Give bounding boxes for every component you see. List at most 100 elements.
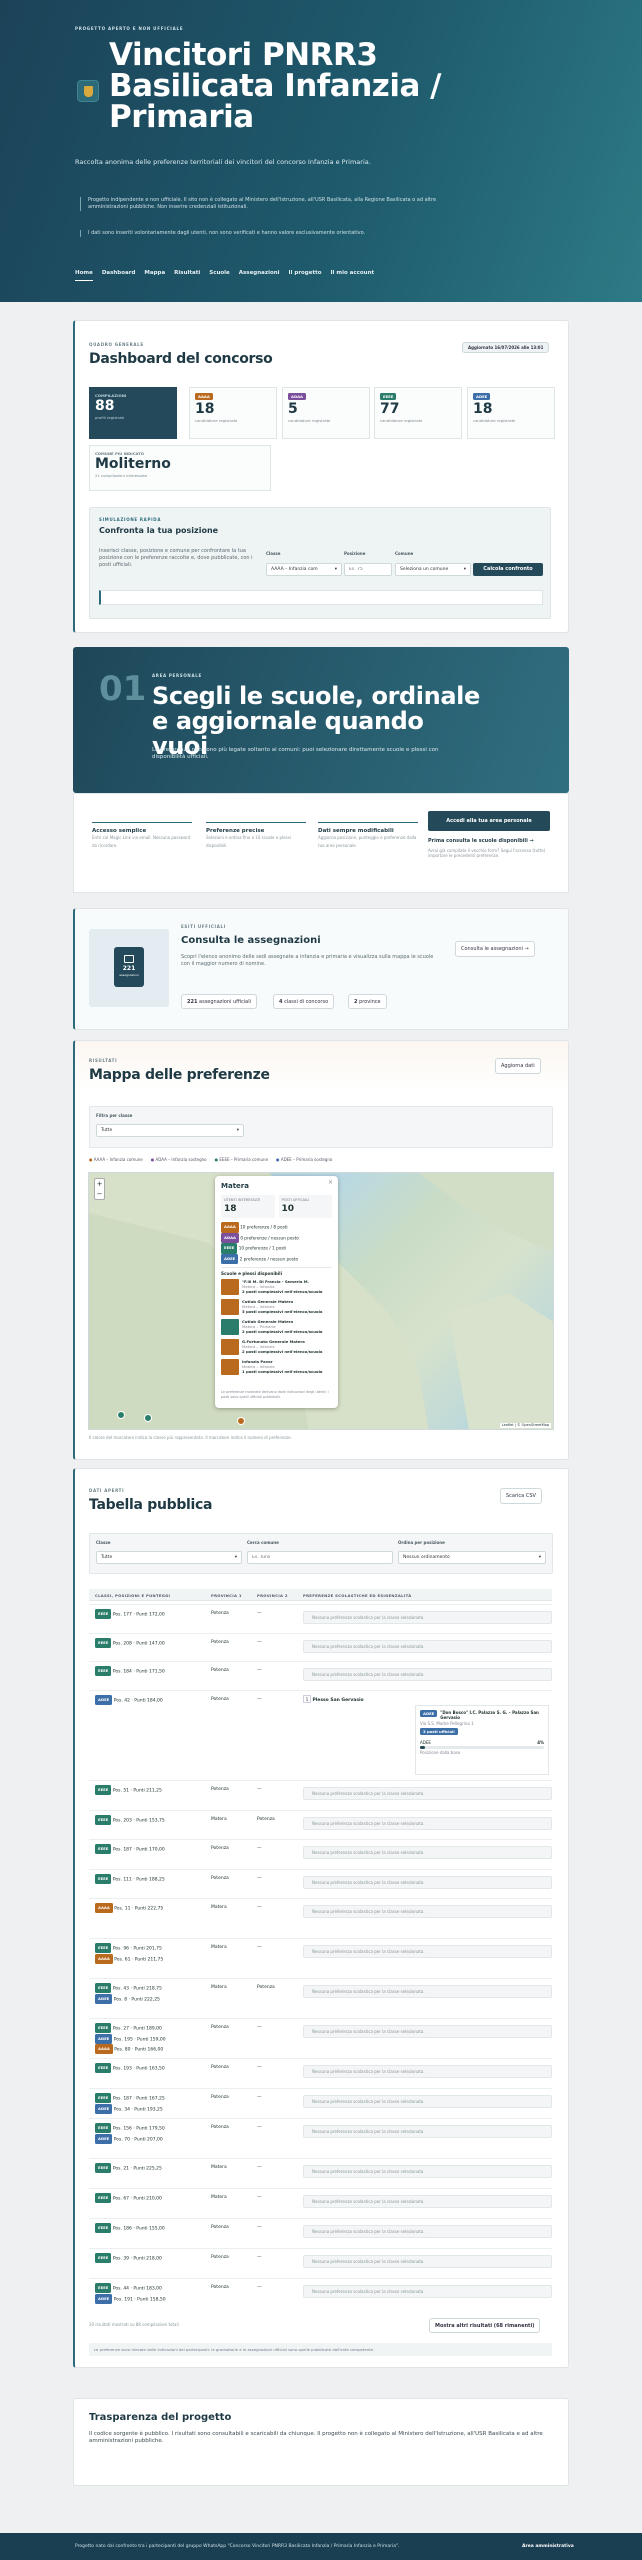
province1-cell: Potenza: [211, 1787, 229, 1792]
comune-select[interactable]: Seleziona un comune ▾: [395, 563, 471, 576]
province1-cell: Potenza: [211, 1876, 229, 1881]
nav-progetto[interactable]: Il progetto: [289, 270, 322, 281]
stat-sub: candidature registrate: [473, 418, 516, 424]
class-cell: EEEE Pos. 187 · Punti 167,25 ADEE Pos. 34…: [95, 2093, 165, 2114]
step-data: Dati sempre modificabili Aggiorna posizio…: [318, 822, 418, 850]
school-pill: 1 Plesso San Gervasio: [303, 1695, 364, 1704]
zoom-in-button[interactable]: +: [95, 1179, 104, 1189]
nav-home[interactable]: Home: [75, 270, 93, 282]
land-shape: [419, 1173, 553, 1253]
province1-cell: Matera: [211, 1985, 227, 1990]
province2-cell: —: [257, 2065, 262, 2070]
popup-title: Matera: [221, 1182, 249, 1190]
class-badge: ADEE: [95, 2033, 113, 2044]
position-score: Pos. 203 · Punti 153,75: [112, 1818, 165, 1824]
nav-dashboard[interactable]: Dashboard: [102, 270, 136, 281]
province1-cell: Potenza: [211, 1640, 229, 1645]
school-item[interactable]: Cutiub Generale Matera Matera – Infanzia 3…: [221, 1298, 332, 1315]
nav-assegnazioni[interactable]: Assegnazioni: [239, 270, 280, 281]
school-item[interactable]: Infanzia Pavor Matera – Infanzia 1 posti c…: [221, 1358, 332, 1375]
table-class-select[interactable]: Tutte ▾: [96, 1551, 242, 1564]
no-preference-note: Nessuna preferenza scolastica per la cla…: [303, 1876, 552, 1889]
map-view[interactable]: + − Leaflet | © OpenStreetMap × Matera UT…: [88, 1172, 554, 1430]
school-item[interactable]: "F.lli M. Di Francia - Semeria M. Matera …: [221, 1278, 332, 1295]
class-badge: EEEE: [95, 1983, 112, 1993]
province1-cell: Matera: [211, 1817, 227, 1822]
zoom-out-button[interactable]: −: [95, 1189, 104, 1199]
province2-cell: —: [257, 2095, 262, 2100]
map-marker[interactable]: [237, 1417, 245, 1425]
province2-cell: —: [257, 1905, 262, 1910]
download-csv-button[interactable]: Scarica CSV: [500, 1488, 542, 1504]
class-badge: EEEE: [95, 1815, 112, 1825]
class-badge: EEEE: [380, 393, 397, 401]
class-line: AAAA Pos. 61 · Punti 211,75: [95, 1953, 163, 1965]
province2-cell: —: [257, 1668, 262, 1673]
province1-cell: Matera: [211, 2195, 227, 2200]
stat-value: 18: [473, 401, 493, 418]
stat-eeee: EEEE 77 candidature registrate: [374, 387, 462, 439]
class-line: EEEE Pos. 208 · Punti 147,00: [95, 1638, 165, 1649]
nav-mappa[interactable]: Mappa: [144, 270, 165, 281]
shield-icon: [83, 85, 93, 97]
class-cell: EEEE Pos. 44 · Punti 183,00 ADEE Pos. 191…: [95, 2283, 166, 2304]
no-preference-note: Nessuna preferenza scolastica per la cla…: [303, 2125, 552, 2138]
school-item[interactable]: Cutiub Generale Matera Matera – Primaria 2…: [221, 1318, 332, 1335]
step-text: Entri col Magic Link via email. Nessuna …: [92, 835, 191, 848]
province2-cell: —: [257, 1787, 262, 1792]
table-row: EEEE Pos. 96 · Punti 201,75 AAAA Pos. 61 …: [89, 1938, 552, 1978]
province1-cell: Potenza: [211, 1611, 229, 1616]
map-marker[interactable]: [144, 1414, 152, 1422]
province2-cell: —: [257, 2195, 262, 2200]
school-item[interactable]: G.Fortunato Generale Matera Matera – Infa…: [221, 1338, 332, 1355]
class-cell: EEEE Pos. 186 · Punti 155,00: [95, 2223, 165, 2234]
position-score: Pos. 156 · Punti 179,50: [112, 2126, 165, 2132]
comune-search-input[interactable]: [247, 1551, 393, 1564]
chevron-down-icon: ▾: [236, 1128, 239, 1133]
class-line: EEEE Pos. 187 · Punti 167,25: [95, 2093, 165, 2104]
order-select[interactable]: Nessun ordinamento ▾: [398, 1551, 546, 1564]
nav-account[interactable]: Il mio account: [331, 270, 375, 281]
admin-link[interactable]: Area amministrativa: [522, 2544, 574, 2550]
position-score: Pos. 11 · Punti 222,75: [114, 1906, 164, 1912]
col-header: CLASSI, POSIZIONI E PUNTEGGI: [95, 1593, 171, 1598]
class-select[interactable]: AAAA – Infanzia com ▾: [266, 563, 342, 576]
page-title: Vincitori PNRR3 Basilicata Infanzia / Pr…: [109, 37, 441, 135]
class-line: ADEE Pos. 34 · Punti 193,25: [95, 2103, 165, 2115]
dot-icon: ●: [214, 1157, 219, 1162]
table-row: EEEE Pos. 203 · Punti 153,75 Matera Potenz…: [89, 1810, 552, 1839]
personal-area-button[interactable]: Accedi alla tua area personale: [428, 811, 550, 831]
province2-cell: —: [257, 2165, 262, 2170]
nav-risultati[interactable]: Risultati: [174, 270, 200, 281]
class-cell: EEEE Pos. 208 · Punti 147,00: [95, 1638, 165, 1649]
stat-sub: candidature registrate: [380, 418, 423, 424]
legend-adaa: ● ADAA – Infanzia sostegno: [150, 1157, 207, 1162]
position-score: Pos. 191 · Punti 158,50: [113, 2297, 166, 2302]
class-cell: EEEE Pos. 27 · Punti 189,00 ADEE Pos. 195…: [95, 2023, 166, 2055]
stat-sub: candidature registrate: [288, 418, 331, 424]
class-filter-select[interactable]: Tutte ▾: [96, 1124, 244, 1137]
hero-note-data: I dati sono inseriti volontariamente dag…: [80, 230, 460, 237]
class-line: AAAA Pos. 80 · Punti 166,00: [95, 2044, 166, 2055]
popup-row: ADEE 2 preferenze / nessun posto: [221, 1253, 332, 1265]
calc-button[interactable]: Calcola confronto: [473, 563, 543, 576]
map-marker[interactable]: [117, 1411, 125, 1419]
stat-value: 18: [195, 401, 215, 418]
map-attribution[interactable]: Leaflet | © OpenStreetMap: [499, 1423, 551, 1428]
update-data-button[interactable]: Aggiorna dati: [495, 1058, 541, 1074]
schools-link[interactable]: Prima consulta le scuole disponibili →: [428, 838, 534, 845]
schools-list[interactable]: "F.lli M. Di Francia - Semeria M. Matera …: [221, 1278, 332, 1387]
assignments-button[interactable]: Consulta le assegnazioni →: [455, 941, 535, 957]
show-more-button[interactable]: Mostra altri risultati (68 rimanenti): [429, 2318, 541, 2333]
dashboard-kicker: QUADRO GENERALE: [89, 342, 144, 347]
province2-cell: —: [257, 1945, 262, 1950]
table-header: CLASSI, POSIZIONI E PUNTEGGI PROVINCIA 1…: [89, 1589, 552, 1601]
class-cell: EEEE Pos. 96 · Punti 201,75 AAAA Pos. 61 …: [95, 1943, 163, 1964]
nav-scuole[interactable]: Scuole: [209, 270, 230, 281]
filter-value: Tutte: [101, 1128, 113, 1133]
class-cell: EEEE Pos. 39 · Punti 218,00: [95, 2253, 162, 2264]
chip-label: province: [359, 999, 381, 1005]
close-icon[interactable]: ×: [328, 1179, 333, 1187]
position-input[interactable]: [344, 563, 392, 576]
province1-cell: Matera: [211, 1905, 227, 1910]
